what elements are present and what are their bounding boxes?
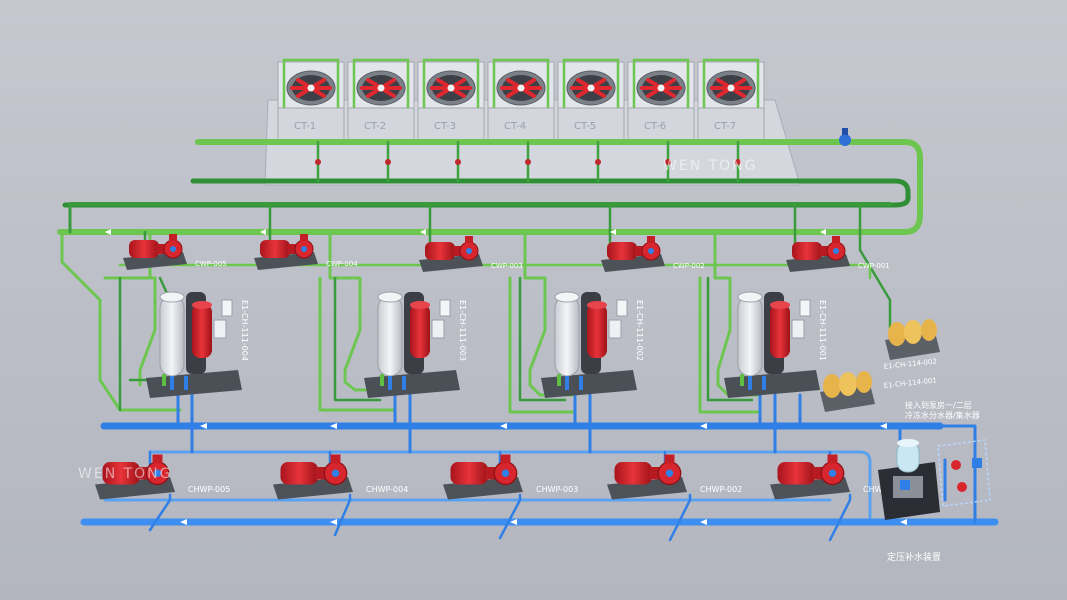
cwp-label: CWP-003 (491, 262, 523, 270)
cooling-tower-fan-icon (566, 70, 616, 106)
cooling-tower-5: CT-5 (557, 58, 625, 143)
cooling-tower-label: CT-1 (294, 121, 316, 132)
cwp-label: CWP-001 (858, 262, 890, 270)
cooling-tower-3: CT-3 (417, 58, 485, 143)
cooling-tower-1: CT-1 (277, 58, 345, 143)
cooling-tower-label: CT-2 (364, 121, 386, 132)
cooling-tower-fan-icon (636, 70, 686, 106)
cooling-tower-fan-icon (496, 70, 546, 106)
cooling-tower-4: CT-4 (487, 58, 555, 143)
tower-valve-icon (455, 159, 461, 165)
annotation-line-2: 冷冻水分水器/集水器 (905, 410, 980, 420)
pressurization-label: 定压补水装置 (887, 551, 941, 563)
cooling-tower-fan-icon (356, 70, 406, 106)
cooling-tower-fan-icon (706, 70, 756, 106)
cooling-tower-2: CT-2 (347, 58, 415, 143)
chwp-label: CHWP-003 (536, 485, 578, 494)
cooling-tower-fan-icon (426, 70, 476, 106)
cooling-tower-label: CT-6 (644, 121, 666, 132)
chiller-label: E1-CH-111-001 (818, 300, 827, 361)
cwp-label: CWP-004 (326, 260, 358, 268)
cwp-label: CWP-002 (673, 262, 705, 270)
cooling-tower-label: CT-5 (574, 121, 596, 132)
hvac-plant-diagram: CT-1 CT-2 CT-3 CT-4 CT-5 CT-6 CT-7 CWP-0… (0, 0, 1067, 600)
tower-valve-icon (385, 159, 391, 165)
watermark-top: WEN TONG (663, 158, 758, 174)
cooling-tower-6: CT-6 (627, 58, 695, 143)
tower-valve-icon (595, 159, 601, 165)
cooling-tower-label: CT-4 (504, 121, 526, 132)
watermark-left: WEN TONG (78, 466, 173, 482)
chiller-label: E1-CH-111-003 (458, 300, 467, 361)
tower-valve-icon (315, 159, 321, 165)
cwp-label: CWP-005 (195, 260, 227, 268)
cooling-tower-label: CT-3 (434, 121, 456, 132)
chwp-label: CHWP-002 (700, 485, 742, 494)
chwp-label: CHWP-004 (366, 485, 408, 494)
cooling-tower-fan-icon (286, 70, 336, 106)
tower-valve-icon (525, 159, 531, 165)
cooling-tower-label: CT-7 (714, 121, 736, 132)
chiller-label: E1-CH-111-002 (635, 300, 644, 361)
annotation-line-1: 接入到泵房一/二层 (905, 400, 972, 410)
cooling-tower-7: CT-7 (697, 58, 765, 143)
chwp-label: CHWP-005 (188, 485, 230, 494)
chiller-label: E1-CH-111-004 (240, 300, 249, 361)
